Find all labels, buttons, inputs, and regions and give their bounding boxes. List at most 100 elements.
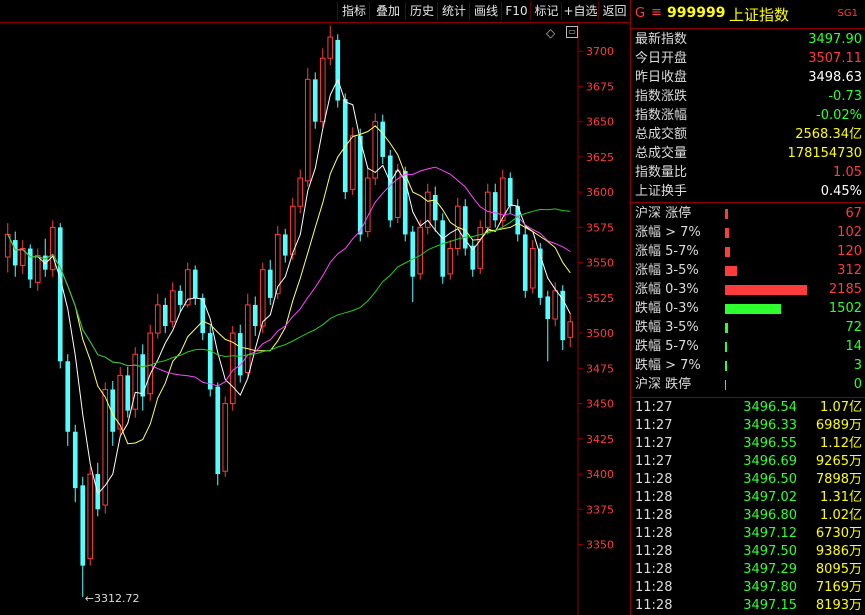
distribution-label: 跌幅 3-5% bbox=[635, 320, 699, 335]
candle-body bbox=[207, 333, 213, 390]
chart-canvas[interactable]: 3350 3375 3400 3425 3450 3475 3500 3525 3550 3575… bbox=[0, 23, 629, 615]
stat-row: 今日开盘 3507.11 bbox=[631, 49, 865, 68]
distribution-value: 2185 bbox=[828, 282, 862, 297]
tick-vol: 7898万 bbox=[815, 472, 862, 487]
toolbar-button[interactable]: 叠加 bbox=[369, 2, 406, 20]
divider bbox=[631, 202, 865, 203]
candle-body bbox=[192, 269, 198, 298]
min-price-label: ←3312.72 bbox=[85, 592, 140, 605]
y-tick-label: 3550 bbox=[586, 257, 614, 270]
tick-row: 11:28 3496.80 1.02亿 bbox=[631, 507, 865, 525]
distribution-value: 14 bbox=[845, 339, 862, 354]
candle-body bbox=[237, 333, 243, 376]
candle-body bbox=[560, 290, 566, 341]
candlestick-chart[interactable]: 3350 3375 3400 3425 3450 3475 3500 3525 3550 3575… bbox=[0, 23, 629, 615]
tick-row: 11:28 3497.12 6730万 bbox=[631, 525, 865, 543]
tick-price: 3496.80 bbox=[743, 508, 797, 523]
distribution-value: 72 bbox=[845, 320, 862, 335]
candle-body bbox=[447, 248, 454, 275]
tick-row: 11:27 3496.33 6989万 bbox=[631, 417, 865, 435]
expand-icon[interactable]: ▭ bbox=[566, 26, 578, 38]
distribution-value: 0 bbox=[853, 377, 862, 392]
candle-body bbox=[477, 226, 484, 269]
candle-body bbox=[380, 121, 386, 157]
sg-badge: SG1 bbox=[837, 8, 858, 19]
tick-vol: 9386万 bbox=[815, 544, 862, 559]
tick-vol: 7169万 bbox=[815, 580, 862, 595]
distribution-row: 跌幅 0-3% 1502 bbox=[631, 299, 865, 318]
stat-label: 最新指数 bbox=[635, 32, 688, 47]
y-tick-label: 3650 bbox=[586, 116, 614, 129]
tick-time: 11:27 bbox=[635, 418, 673, 433]
stat-value: 2568.34亿 bbox=[795, 127, 862, 142]
toolbar-button[interactable]: 画线 bbox=[469, 2, 502, 20]
stat-value: 3498.63 bbox=[808, 70, 862, 85]
candle-body bbox=[289, 205, 296, 255]
tick-price: 3496.69 bbox=[743, 454, 797, 469]
candle-body bbox=[34, 255, 41, 283]
stat-label: 总成交额 bbox=[635, 127, 688, 142]
stat-row: 指数涨跌 -0.73 bbox=[631, 87, 865, 106]
distribution-label: 涨幅 3-5% bbox=[635, 263, 699, 278]
stat-label: 今日开盘 bbox=[635, 51, 688, 66]
tick-vol: 6989万 bbox=[815, 418, 862, 433]
candle-body bbox=[417, 226, 424, 275]
group-label[interactable]: G bbox=[635, 6, 645, 21]
distribution-value: 312 bbox=[837, 263, 862, 278]
tick-row: 11:27 3496.69 9265万 bbox=[631, 453, 865, 471]
tick-row: 11:27 3496.55 1.12亿 bbox=[631, 435, 865, 453]
distribution-label: 沪深 跌停 bbox=[635, 377, 692, 392]
distribution-label: 跌幅 > 7% bbox=[635, 358, 701, 373]
tick-price: 3496.33 bbox=[743, 418, 797, 433]
tick-vol: 8193万 bbox=[815, 598, 862, 613]
candle-body bbox=[335, 39, 341, 101]
tick-price: 3497.50 bbox=[743, 544, 797, 559]
y-tick-label: 3475 bbox=[586, 362, 614, 375]
toolbar-button[interactable]: 历史 bbox=[405, 2, 438, 20]
toolbar-button[interactable]: 返回 bbox=[598, 2, 630, 20]
y-tick-label: 3700 bbox=[586, 45, 614, 58]
tick-row: 11:28 3497.15 8193万 bbox=[631, 597, 865, 615]
stat-row: 指数量比 1.05 bbox=[631, 163, 865, 182]
candle-body bbox=[222, 403, 229, 472]
stat-row: 上证换手 0.45% bbox=[631, 182, 865, 201]
toolbar-button[interactable]: 标记 bbox=[530, 2, 562, 20]
menu-icon[interactable]: ≡ bbox=[651, 5, 662, 20]
toolbar-button[interactable]: F10 bbox=[501, 2, 531, 20]
distribution-bar bbox=[725, 323, 728, 333]
candle-body bbox=[484, 191, 491, 228]
divider bbox=[631, 397, 865, 398]
distribution-label: 跌幅 5-7% bbox=[635, 339, 699, 354]
candle-body bbox=[492, 192, 498, 221]
toolbar-button[interactable]: 统计 bbox=[437, 2, 470, 20]
candle-body bbox=[27, 248, 33, 280]
toolbar-button[interactable]: 指标 bbox=[337, 2, 370, 20]
stat-value: 1.05 bbox=[833, 165, 862, 180]
candle-body bbox=[154, 304, 161, 334]
tick-price: 3497.29 bbox=[743, 562, 797, 577]
stat-label: 昨日收盘 bbox=[635, 70, 688, 85]
candle-body bbox=[522, 234, 528, 291]
tick-row: 11:28 3497.50 9386万 bbox=[631, 543, 865, 561]
diamond-icon[interactable]: ◇ bbox=[546, 26, 555, 40]
candle-body bbox=[410, 231, 416, 277]
stat-value: 0.45% bbox=[820, 184, 862, 199]
distribution-row: 涨幅 5-7% 120 bbox=[631, 242, 865, 261]
tick-price: 3497.02 bbox=[743, 490, 797, 505]
y-tick-label: 3600 bbox=[586, 186, 614, 199]
tick-time: 11:28 bbox=[635, 580, 673, 595]
tick-vol: 1.12亿 bbox=[820, 436, 862, 451]
toolbar-button[interactable]: +自选 bbox=[561, 2, 599, 20]
y-tick-label: 3400 bbox=[586, 468, 614, 481]
tick-time: 11:28 bbox=[635, 598, 673, 613]
y-tick-label: 3575 bbox=[586, 221, 614, 234]
stat-label: 指数涨幅 bbox=[635, 108, 688, 123]
tick-time: 11:28 bbox=[635, 544, 673, 559]
y-tick-label: 3625 bbox=[586, 151, 614, 164]
stat-value: -0.73 bbox=[828, 89, 862, 104]
candle-body bbox=[304, 78, 311, 182]
tick-price: 3496.55 bbox=[743, 436, 797, 451]
distribution-bar bbox=[725, 209, 728, 219]
candle-body bbox=[259, 269, 266, 327]
tick-price: 3497.15 bbox=[743, 598, 797, 613]
